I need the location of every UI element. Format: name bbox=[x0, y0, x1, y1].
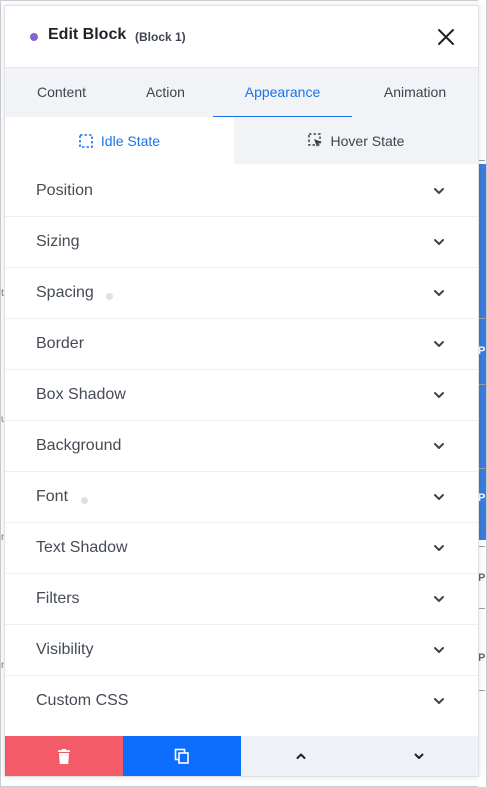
panel-header: Edit Block (Block 1) bbox=[5, 6, 478, 66]
status-dot bbox=[30, 33, 38, 41]
hover-state-label: Hover State bbox=[330, 132, 405, 149]
background-mark: P bbox=[478, 572, 486, 584]
panel-title: Edit Block bbox=[48, 26, 127, 43]
section-label: Sizing bbox=[36, 233, 80, 250]
section-visibility[interactable]: Visibility bbox=[5, 625, 478, 676]
section-border[interactable]: Border bbox=[5, 319, 478, 370]
section-label: Background bbox=[36, 437, 122, 454]
tab-content[interactable]: Content bbox=[5, 68, 118, 118]
background-divider bbox=[479, 318, 485, 319]
section-label: Position bbox=[36, 182, 93, 199]
close-button[interactable] bbox=[433, 24, 459, 50]
section-box-shadow[interactable]: Box Shadow bbox=[5, 370, 478, 421]
section-label: Custom CSS bbox=[36, 692, 129, 709]
chevron-down-icon bbox=[434, 239, 444, 245]
chevron-down-icon bbox=[434, 290, 444, 296]
section-label: Font bbox=[36, 488, 69, 505]
section-custom-css[interactable]: Custom CSS bbox=[5, 676, 478, 727]
modified-indicator bbox=[106, 293, 113, 300]
close-icon bbox=[438, 29, 454, 45]
move-block-down-button[interactable] bbox=[360, 736, 478, 776]
block-actions-bar bbox=[5, 736, 478, 776]
trash-icon bbox=[58, 748, 70, 764]
background-mark: P bbox=[478, 652, 486, 664]
background-divider bbox=[479, 160, 485, 161]
section-filters[interactable]: Filters bbox=[5, 574, 478, 625]
section-label: Filters bbox=[36, 590, 80, 607]
section-font[interactable]: Font bbox=[5, 472, 478, 523]
background-divider bbox=[479, 468, 485, 469]
chevron-down-icon bbox=[434, 596, 444, 602]
block-name: (Block 1) bbox=[135, 30, 186, 44]
modified-indicator bbox=[81, 497, 88, 504]
hover-state-button[interactable]: Hover State bbox=[234, 117, 478, 164]
section-background[interactable]: Background bbox=[5, 421, 478, 472]
dashed-square-icon bbox=[79, 133, 93, 148]
chevron-down-icon bbox=[434, 545, 444, 551]
chevron-down-icon bbox=[414, 753, 424, 759]
chevron-down-icon bbox=[434, 341, 444, 347]
chevron-down-icon bbox=[434, 647, 444, 653]
background-mark: P bbox=[478, 345, 486, 357]
duplicate-block-button[interactable] bbox=[123, 736, 241, 776]
section-label: Text Shadow bbox=[36, 539, 128, 556]
chevron-down-icon bbox=[434, 494, 444, 500]
chevron-down-icon bbox=[434, 698, 444, 704]
tab-bar: Content Action Appearance Animation bbox=[5, 67, 478, 118]
dashed-square-cursor-icon bbox=[307, 133, 323, 148]
move-block-up-button[interactable] bbox=[241, 736, 360, 776]
section-label: Visibility bbox=[36, 641, 94, 658]
chevron-up-icon bbox=[296, 753, 305, 759]
background-divider bbox=[479, 384, 485, 385]
background-divider bbox=[479, 546, 485, 547]
tab-animation[interactable]: Animation bbox=[352, 68, 478, 118]
section-sizing[interactable]: Sizing bbox=[5, 217, 478, 268]
tab-appearance[interactable]: Appearance bbox=[213, 68, 352, 118]
edit-block-panel: Edit Block (Block 1) Content Action Appe… bbox=[4, 5, 479, 777]
section-label: Border bbox=[36, 335, 85, 352]
delete-block-button[interactable] bbox=[5, 736, 123, 776]
section-label: Box Shadow bbox=[36, 386, 126, 403]
section-spacing[interactable]: Spacing bbox=[5, 268, 478, 319]
chevron-down-icon bbox=[434, 188, 444, 194]
idle-state-button[interactable]: Idle State bbox=[5, 117, 234, 164]
chevron-down-icon bbox=[434, 443, 444, 449]
state-toggle: Idle State Hover State bbox=[5, 117, 478, 164]
background-mark: P bbox=[478, 492, 486, 504]
section-label: Spacing bbox=[36, 284, 94, 301]
copy-icon bbox=[174, 748, 189, 764]
idle-state-label: Idle State bbox=[100, 132, 161, 149]
section-position[interactable]: Position bbox=[5, 166, 478, 217]
background-divider bbox=[479, 690, 485, 691]
section-text-shadow[interactable]: Text Shadow bbox=[5, 523, 478, 574]
tab-action[interactable]: Action bbox=[118, 68, 213, 118]
background-divider bbox=[479, 608, 485, 609]
chevron-down-icon bbox=[434, 392, 444, 398]
